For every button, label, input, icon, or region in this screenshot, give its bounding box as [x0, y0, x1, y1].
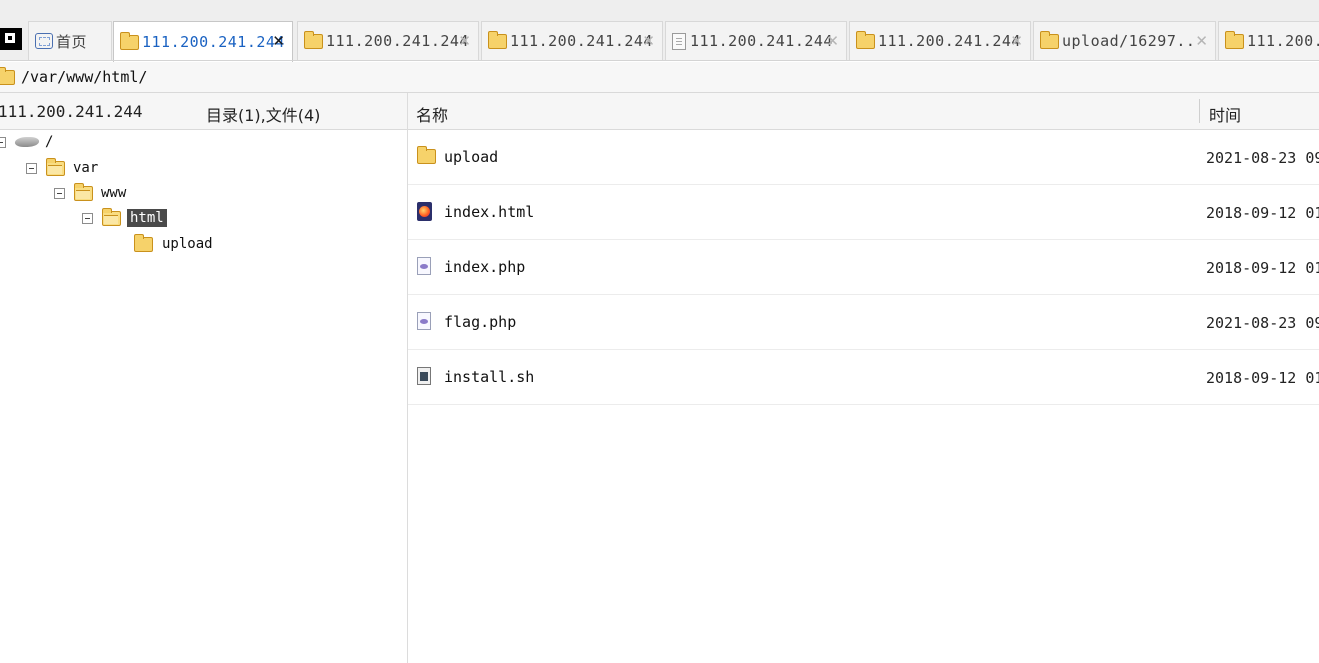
tree-node-html[interactable]: html	[82, 207, 167, 229]
folder-open-icon	[102, 207, 121, 226]
file-name: install.sh	[444, 368, 535, 386]
tree-node-upload[interactable]: upload	[134, 233, 213, 255]
file-row-index-html[interactable]: index.html 2018-09-12 01	[408, 185, 1319, 240]
file-time: 2021-08-23 09	[1206, 314, 1319, 332]
file-list: upload 2021-08-23 09 index.html 2018-09-…	[408, 130, 1319, 405]
file-row-upload[interactable]: upload 2021-08-23 09	[408, 130, 1319, 185]
tree-node-www[interactable]: www	[54, 182, 126, 204]
tab-host-3[interactable]: 111.200.241.244 ✕	[481, 21, 663, 60]
close-icon[interactable]: ✕	[1010, 34, 1023, 49]
drive-icon	[13, 137, 41, 147]
file-row-index-php[interactable]: index.php 2018-09-12 01	[408, 240, 1319, 295]
folder-icon	[417, 146, 436, 164]
file-row-flag-php[interactable]: flag.php 2021-08-23 09	[408, 295, 1319, 350]
file-name: flag.php	[444, 313, 517, 331]
collapse-icon[interactable]	[0, 136, 6, 148]
close-icon[interactable]: ✕	[642, 34, 655, 49]
directory-tree: / var www html upload	[0, 130, 407, 663]
tree-node-root[interactable]: /	[0, 131, 53, 153]
close-icon[interactable]: ✕	[826, 34, 839, 49]
path-bar[interactable]: /var/www/html/	[0, 62, 1319, 93]
file-time: 2021-08-23 09	[1206, 149, 1319, 167]
column-divider[interactable]	[1199, 99, 1200, 123]
tab-label: 111.200.241.244	[510, 32, 653, 50]
tab-host-1[interactable]: 111.200.241.244 ✕	[113, 21, 293, 62]
tab-host-6[interactable]: 111.200.	[1218, 21, 1319, 60]
folder-icon	[488, 30, 507, 49]
tab-label: 111.200.241.244	[142, 33, 285, 51]
tab-label: 111.200.241.244	[878, 32, 1021, 50]
folder-icon	[856, 30, 875, 49]
php-file-icon	[417, 312, 431, 330]
tree-label: var	[73, 160, 99, 176]
tab-host-2[interactable]: 111.200.241.244 ✕	[297, 21, 479, 60]
tree-label: www	[101, 185, 127, 201]
close-icon[interactable]: ✕	[458, 34, 471, 49]
directory-summary: 目录(1),文件(4)	[206, 106, 321, 125]
column-header-name[interactable]: 名称	[416, 102, 448, 126]
column-header-time[interactable]: 时间	[1209, 102, 1241, 126]
tab-label: 111.200.241.244	[326, 32, 469, 50]
tree-label: html	[127, 209, 167, 227]
file-time: 2018-09-12 01	[1206, 204, 1319, 222]
folder-open-icon	[46, 157, 65, 176]
tab-host-5[interactable]: 111.200.241.244 ✕	[849, 21, 1031, 60]
file-time: 2018-09-12 01	[1206, 369, 1319, 387]
folder-icon	[1040, 30, 1059, 49]
close-icon[interactable]: ✕	[1195, 34, 1208, 49]
folder-icon	[0, 66, 15, 85]
tab-label: 111.200.241.244	[690, 32, 833, 50]
tree-node-var[interactable]: var	[26, 157, 98, 179]
file-name: index.html	[444, 203, 535, 221]
folder-icon	[120, 31, 139, 50]
tab-home[interactable]: 首页	[28, 21, 112, 60]
tree-label: upload	[162, 236, 213, 252]
tab-bar: 首页 111.200.241.244 ✕ 111.200.241.244 ✕ 1…	[0, 0, 1319, 62]
host-address: 111.200.241.244	[0, 102, 143, 121]
shell-file-icon	[417, 367, 431, 385]
file-time: 2018-09-12 01	[1206, 259, 1319, 277]
current-path[interactable]: /var/www/html/	[21, 68, 147, 86]
tab-bar-divider	[0, 60, 1319, 61]
tab-label: upload/16297..	[1062, 32, 1196, 50]
firefox-file-icon	[417, 202, 432, 221]
tab-label: 111.200.	[1247, 32, 1319, 50]
folder-open-icon	[74, 182, 93, 201]
folder-icon	[304, 30, 323, 49]
home-icon	[35, 33, 53, 49]
collapse-icon[interactable]	[26, 162, 37, 174]
menu-icon[interactable]	[0, 28, 22, 50]
close-icon[interactable]: ✕	[272, 34, 285, 49]
file-name: upload	[444, 148, 499, 166]
file-row-install-sh[interactable]: install.sh 2018-09-12 01	[408, 350, 1319, 405]
collapse-icon[interactable]	[82, 212, 93, 224]
tab-label: 首页	[56, 32, 88, 51]
folder-icon	[1225, 30, 1244, 49]
list-header: 111.200.241.244 目录(1),文件(4) 名称 时间	[0, 93, 1319, 130]
document-icon	[672, 32, 686, 50]
collapse-icon[interactable]	[54, 187, 65, 199]
file-name: index.php	[444, 258, 526, 276]
folder-icon	[134, 233, 153, 252]
php-file-icon	[417, 257, 431, 275]
tree-label: /	[45, 134, 54, 150]
tab-host-4[interactable]: 111.200.241.244 ✕	[665, 21, 847, 60]
tab-upload[interactable]: upload/16297.. ✕	[1033, 21, 1216, 60]
